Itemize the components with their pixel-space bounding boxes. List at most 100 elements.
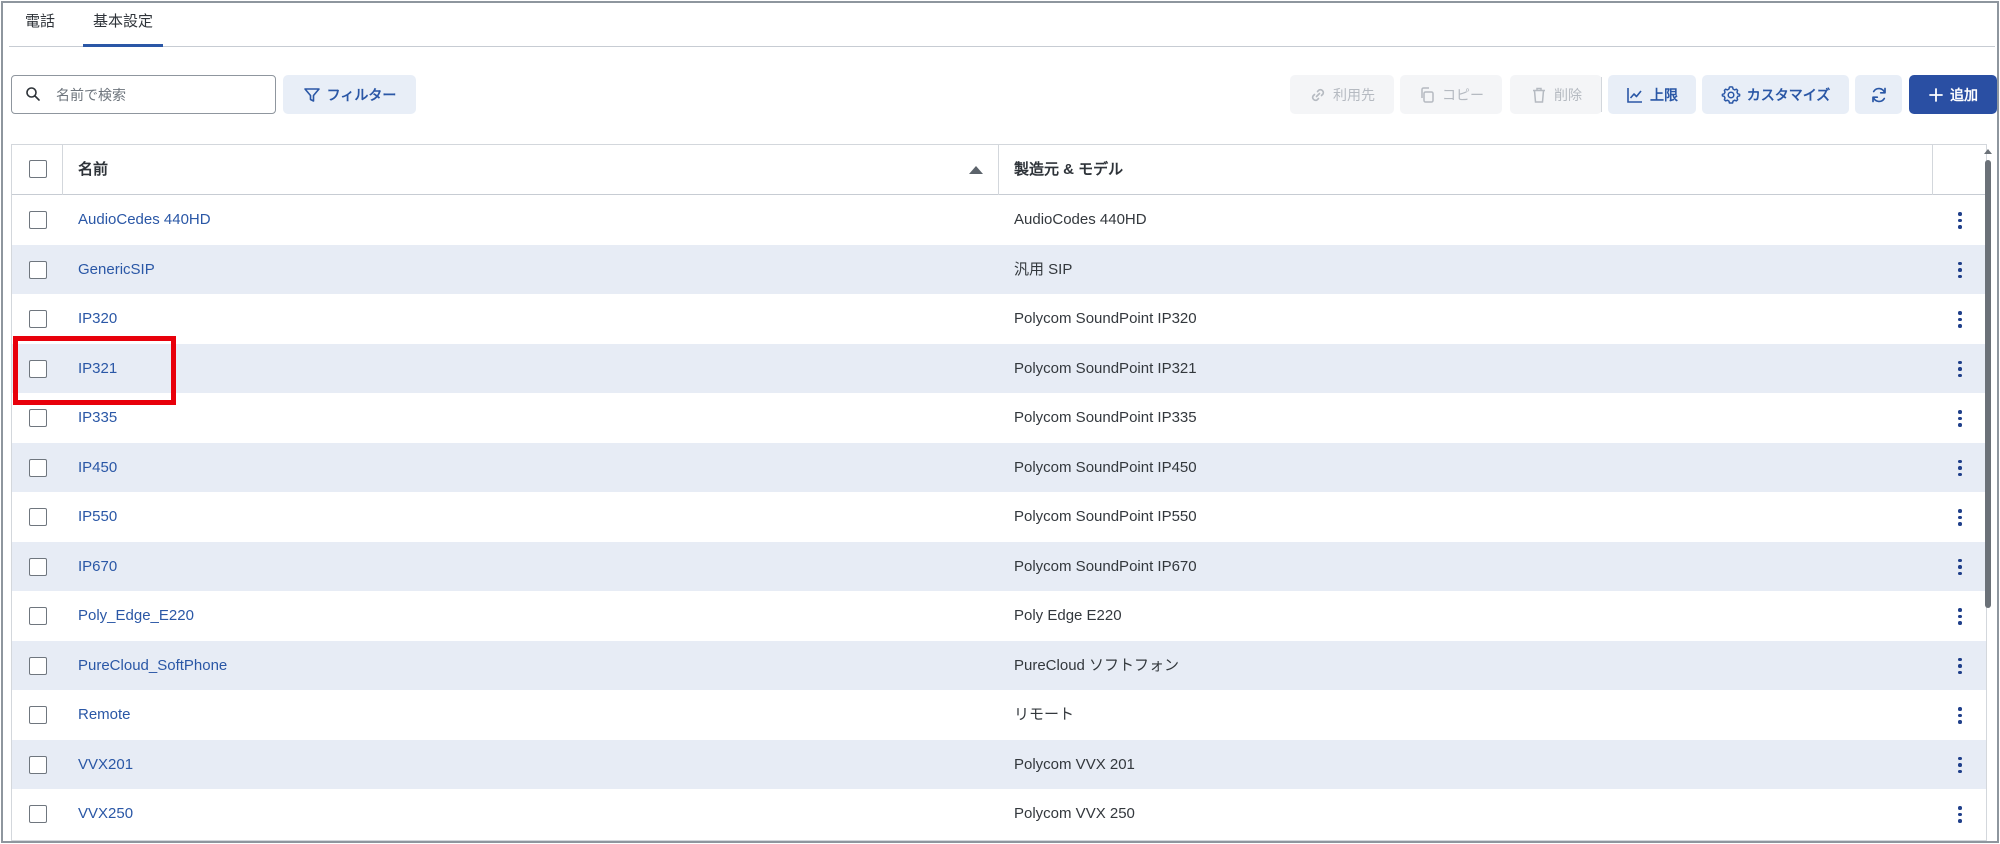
vertical-scrollbar[interactable]	[1981, 144, 1995, 841]
scroll-up-arrow-icon[interactable]	[1984, 149, 1992, 154]
row-more-icon[interactable]	[1950, 655, 1970, 677]
table-row: IP321 Polycom SoundPoint IP321	[12, 343, 1986, 393]
sort-ascending-icon[interactable]	[969, 166, 983, 174]
toolbar-divider	[1601, 77, 1602, 112]
row-checkbox[interactable]	[29, 805, 47, 823]
row-name-link[interactable]: AudioCedes 440HD	[78, 195, 211, 244]
table-row: IP320 Polycom SoundPoint IP320	[12, 294, 1986, 344]
refresh-button[interactable]	[1855, 75, 1902, 114]
add-button[interactable]: 追加	[1909, 75, 1997, 114]
row-model-text: Polycom SoundPoint IP450	[1014, 458, 1197, 476]
plus-icon	[1929, 87, 1943, 102]
table-row: IP335 Polycom SoundPoint IP335	[12, 393, 1986, 443]
table-row: AudioCedes 440HD AudioCodes 440HD	[12, 195, 1986, 245]
row-model-text: Polycom SoundPoint IP670	[1014, 557, 1197, 575]
table-row: Poly_Edge_E220 Poly Edge E220	[12, 591, 1986, 641]
row-model-text: PureCloud ソフトフォン	[1014, 656, 1180, 674]
table-row: VVX250 Polycom VVX 250	[12, 789, 1986, 839]
copy-button[interactable]: コピー	[1400, 75, 1502, 114]
delete-button[interactable]: 削除	[1510, 75, 1602, 114]
row-model-text: Polycom SoundPoint IP550	[1014, 508, 1197, 525]
row-checkbox[interactable]	[29, 755, 47, 774]
table-row: Remote リモート	[12, 690, 1986, 740]
row-checkbox[interactable]	[29, 706, 47, 724]
column-divider	[998, 145, 999, 195]
tab-phones[interactable]: 電話	[25, 3, 55, 47]
row-checkbox[interactable]	[29, 260, 47, 279]
row-name-link[interactable]: IP670	[78, 542, 117, 591]
row-model-text: AudioCodes 440HD	[1014, 211, 1147, 228]
row-model-text: Polycom SoundPoint IP335	[1014, 409, 1197, 426]
filter-label: フィルター	[326, 86, 397, 103]
row-more-icon[interactable]	[1950, 704, 1970, 726]
row-model-text: Polycom VVX 250	[1014, 805, 1135, 822]
gear-icon	[1721, 85, 1741, 104]
filter-icon	[303, 87, 320, 102]
row-more-icon[interactable]	[1950, 209, 1970, 231]
search-box	[11, 75, 276, 114]
row-checkbox[interactable]	[29, 359, 47, 378]
row-more-icon[interactable]	[1950, 457, 1970, 479]
row-name-link[interactable]: PureCloud_SoftPhone	[78, 641, 227, 690]
customize-button[interactable]: カスタマイズ	[1702, 75, 1849, 114]
filter-button[interactable]: フィルター	[283, 75, 416, 114]
table-row: IP550 Polycom SoundPoint IP550	[12, 492, 1986, 542]
tab-bar: 電話 基本設定	[9, 3, 1995, 47]
row-checkbox[interactable]	[29, 409, 47, 427]
column-divider	[62, 145, 63, 195]
row-more-icon[interactable]	[1950, 259, 1970, 281]
row-more-icon[interactable]	[1950, 754, 1970, 776]
row-checkbox[interactable]	[29, 508, 47, 526]
table-row: VVX201 Polycom VVX 201	[12, 739, 1986, 789]
row-checkbox[interactable]	[29, 557, 47, 576]
usage-button[interactable]: 利用先	[1290, 75, 1394, 114]
row-more-icon[interactable]	[1950, 556, 1970, 578]
row-more-icon[interactable]	[1950, 407, 1970, 429]
row-name-link[interactable]: Poly_Edge_E220	[78, 591, 194, 640]
link-icon	[1311, 88, 1325, 101]
table-header: 名前 製造元 & モデル	[12, 145, 1986, 195]
row-name-link[interactable]: VVX250	[78, 789, 133, 838]
row-checkbox[interactable]	[29, 607, 47, 625]
tab-base-settings[interactable]: 基本設定	[83, 3, 164, 47]
row-checkbox[interactable]	[29, 458, 47, 477]
row-more-icon[interactable]	[1950, 506, 1970, 528]
row-name-link[interactable]: Remote	[78, 690, 131, 739]
scroll-thumb[interactable]	[1985, 160, 1991, 608]
row-name-link[interactable]: IP335	[78, 393, 117, 442]
table-row: PureCloud_SoftPhone PureCloud ソフトフォン	[12, 640, 1986, 690]
row-checkbox[interactable]	[29, 211, 47, 229]
column-divider	[1932, 145, 1933, 195]
copy-label: コピー	[1442, 86, 1484, 103]
delete-label: 削除	[1554, 86, 1582, 103]
column-header-model[interactable]: 製造元 & モデル	[1014, 145, 1123, 195]
row-checkbox[interactable]	[29, 310, 47, 328]
row-checkbox[interactable]	[29, 656, 47, 675]
chart-line-icon	[1627, 87, 1642, 103]
row-more-icon[interactable]	[1950, 605, 1970, 627]
row-name-link[interactable]: GenericSIP	[78, 245, 155, 294]
app-window: 電話 基本設定 フィルター 利用先 コピー	[1, 1, 1999, 843]
row-more-icon[interactable]	[1950, 803, 1970, 825]
row-more-icon[interactable]	[1950, 358, 1970, 380]
phone-base-table: 名前 製造元 & モデル AudioCedes 440HD AudioCodes …	[11, 144, 1987, 841]
row-model-text: 汎用 SIP	[1014, 260, 1073, 278]
search-input[interactable]	[56, 85, 266, 105]
row-name-link[interactable]: IP320	[78, 294, 117, 343]
table-row: IP450 Polycom SoundPoint IP450	[12, 442, 1986, 492]
row-model-text: Poly Edge E220	[1014, 607, 1122, 624]
row-name-link[interactable]: IP550	[78, 492, 117, 541]
row-name-link[interactable]: VVX201	[78, 740, 133, 789]
copy-icon	[1421, 86, 1434, 103]
row-more-icon[interactable]	[1950, 308, 1970, 330]
row-name-link[interactable]: IP450	[78, 443, 117, 492]
limits-button[interactable]: 上限	[1608, 75, 1696, 114]
column-header-name[interactable]: 名前	[78, 145, 108, 195]
row-name-link[interactable]: IP321	[78, 344, 117, 393]
select-all-checkbox[interactable]	[29, 160, 47, 178]
row-model-text: Polycom SoundPoint IP320	[1014, 310, 1197, 327]
usage-label: 利用先	[1333, 86, 1375, 103]
add-label: 追加	[1950, 86, 1978, 103]
table-row: GenericSIP 汎用 SIP	[12, 244, 1986, 294]
refresh-icon	[1871, 87, 1886, 102]
